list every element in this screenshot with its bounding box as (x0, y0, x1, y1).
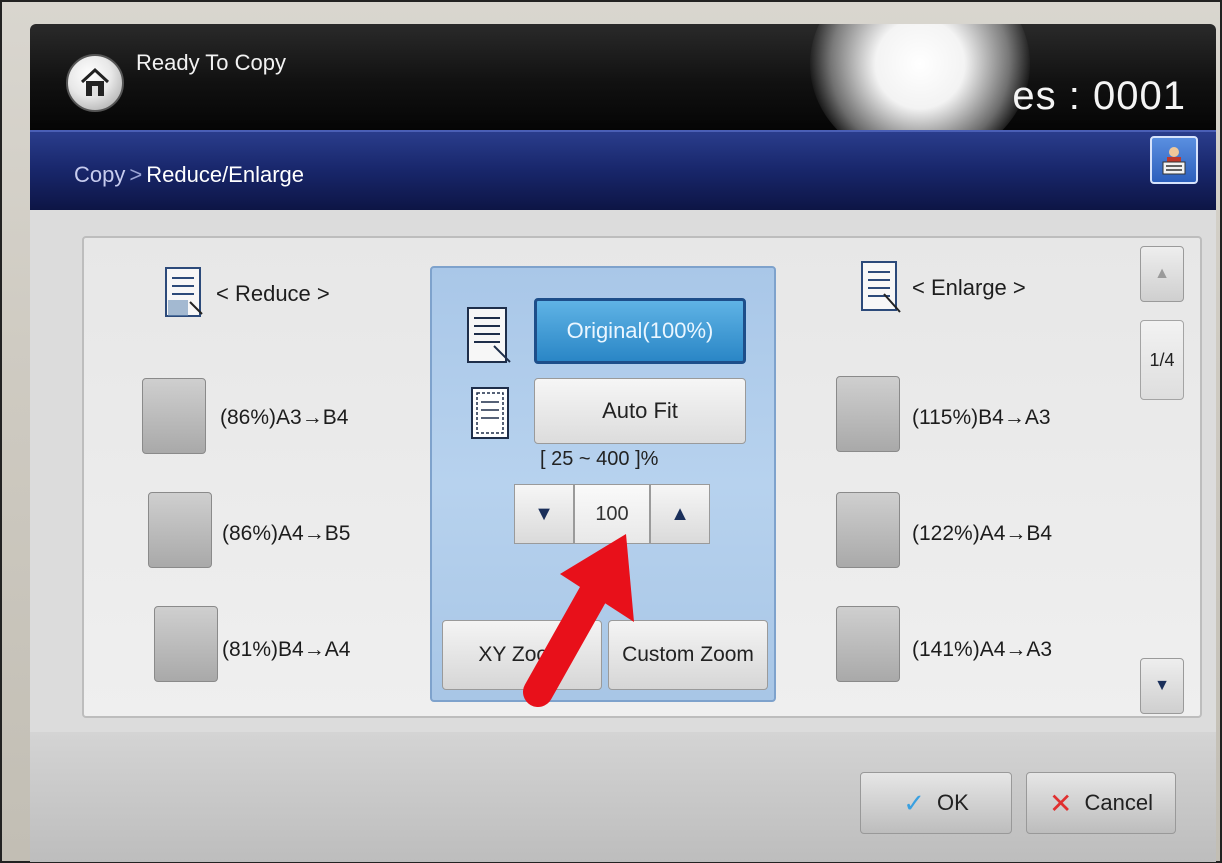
close-icon: ✕ (1049, 787, 1073, 819)
document-original-icon (467, 307, 511, 363)
check-icon: ✓ (903, 787, 925, 818)
enlarge-preset-2-button[interactable] (836, 492, 900, 568)
triangle-down-icon: ▼ (1154, 677, 1170, 694)
ok-label: OK (937, 790, 969, 815)
cancel-button[interactable]: ✕ Cancel (1026, 772, 1176, 834)
touch-screen: Ready To Copy es : 0001 Copy > Reduce/Enla… (30, 24, 1216, 862)
copy-counter: es : 0001 (1012, 74, 1186, 118)
reduce-preset-1-label: (86%)A3→B4 (220, 406, 349, 429)
reduce-preset-1-button[interactable] (142, 378, 206, 454)
reduce-preset-3-button[interactable] (154, 606, 218, 682)
enlarge-preset-2-label: (122%)A4→B4 (912, 522, 1053, 545)
breadcrumb-current: Reduce/Enlarge (146, 162, 304, 187)
breadcrumb-parent[interactable]: Copy (74, 162, 125, 187)
reduce-preset-2-label: (86%)A4→B5 (222, 522, 351, 545)
enlarge-header: < Enlarge > (860, 260, 1026, 316)
reduce-preset-2-button[interactable] (148, 492, 212, 568)
status-title: Ready To Copy (136, 50, 287, 75)
enlarge-preset-3-button[interactable] (836, 606, 900, 682)
enlarge-preset-3-label: (141%)A4→A3 (912, 638, 1053, 661)
reduce-preset-3-label: (81%)B4→A4 (222, 638, 351, 661)
ok-button[interactable]: ✓ OK (860, 772, 1012, 834)
action-bar: ✓ OK ✕ Cancel (30, 732, 1216, 862)
document-icon (165, 267, 203, 317)
scroll-up-button[interactable]: ▲ (1140, 246, 1184, 302)
device-bezel: Ready To Copy es : 0001 Copy > Reduce/Enla… (0, 0, 1222, 863)
scroll-down-button[interactable]: ▼ (1140, 658, 1184, 714)
zoom-range-label: [ 25 ~ 400 ]% (540, 448, 659, 470)
breadcrumb-separator: > (129, 162, 143, 187)
job-status-button[interactable] (1150, 136, 1198, 184)
enlarge-preset-1-button[interactable] (836, 376, 900, 452)
home-button[interactable] (66, 54, 124, 112)
auto-fit-button[interactable]: Auto Fit (534, 378, 746, 444)
job-status-icon (1162, 147, 1186, 175)
triangle-up-icon: ▲ (670, 502, 690, 525)
enlarge-preset-1-label: (115%)B4→A3 (912, 406, 1051, 429)
auto-fit-icon (471, 387, 509, 439)
breadcrumb: Copy > Reduce/Enlarge (74, 162, 304, 188)
red-pointer-arrow (523, 534, 634, 707)
enlarge-header-label: < Enlarge > (912, 275, 1026, 300)
cancel-label: Cancel (1084, 790, 1153, 815)
original-100-button[interactable]: Original(100%) (534, 298, 746, 364)
page-indicator: 1/4 (1140, 320, 1184, 400)
triangle-up-icon: ▲ (1154, 265, 1170, 282)
reduce-header: < Reduce > (164, 266, 330, 322)
status-bar: Ready To Copy es : 0001 (30, 24, 1216, 164)
breadcrumb-bar: Copy > Reduce/Enlarge (30, 130, 1216, 210)
reduce-header-label: < Reduce > (216, 281, 330, 306)
document-icon (861, 261, 901, 313)
home-icon (80, 67, 110, 96)
